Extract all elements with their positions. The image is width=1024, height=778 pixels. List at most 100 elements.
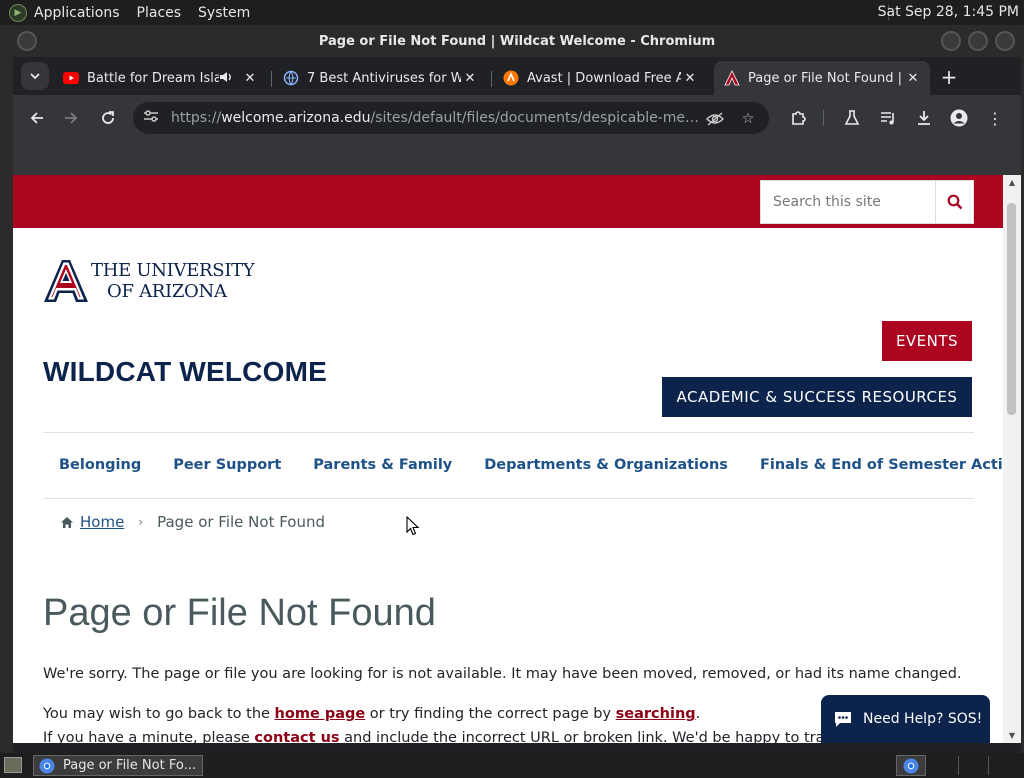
new-tab-icon[interactable]: +: [937, 65, 961, 89]
nav-item-belonging[interactable]: Belonging: [43, 457, 157, 473]
sorry-paragraph: We're sorry. The page or file you are lo…: [43, 666, 962, 682]
breadcrumb-home-link[interactable]: Home: [80, 513, 124, 531]
nav-item-departments-organizations[interactable]: Departments & Organizations: [468, 457, 744, 473]
kebab-menu-icon[interactable]: ⋮: [983, 106, 1007, 130]
mouse-cursor-icon: [406, 516, 420, 536]
workspace-2[interactable]: [988, 756, 1018, 775]
system-menu[interactable]: System: [198, 5, 250, 21]
breadcrumb-current: Page or File Not Found: [157, 513, 326, 531]
url-text[interactable]: https://welcome.arizona.edu/sites/defaul…: [171, 110, 701, 126]
site-search-input[interactable]: [761, 181, 935, 223]
contact-us-link[interactable]: contact us: [254, 730, 339, 743]
minimize-icon[interactable]: [941, 31, 961, 51]
home-icon: [61, 516, 73, 528]
labs-flask-icon[interactable]: [840, 106, 864, 130]
window-menu-icon[interactable]: [17, 31, 37, 51]
text-fragment: You may wish to go back to the: [43, 706, 275, 722]
sos-label: Need Help? SOS!: [863, 711, 983, 727]
page-scrollbar[interactable]: ▲ ▼: [1003, 175, 1021, 743]
tab-page-not-found[interactable]: Page or File Not Found | W ✕: [714, 61, 930, 95]
page-viewport: THE UNIVERSITY OF ARIZONA WILDCAT WELCOM…: [13, 175, 1003, 743]
window-titlebar[interactable]: Page or File Not Found | Wildcat Welcome…: [13, 25, 1021, 57]
university-logo[interactable]: THE UNIVERSITY OF ARIZONA: [43, 259, 255, 303]
reload-icon[interactable]: [96, 106, 120, 130]
tab-antiviruses[interactable]: 7 Best Antiviruses for Win ✕: [273, 61, 487, 95]
search-submit-button[interactable]: [935, 181, 973, 223]
searching-link[interactable]: searching: [616, 706, 696, 722]
chat-bubble-icon: [835, 712, 851, 727]
arizona-a-icon: [724, 70, 740, 86]
tab-title: 7 Best Antiviruses for Win: [307, 70, 461, 86]
workspace-1[interactable]: [958, 756, 988, 775]
applications-menu[interactable]: Applications: [34, 5, 120, 21]
show-desktop-icon[interactable]: [4, 757, 22, 773]
forward-arrow-icon[interactable]: [59, 106, 83, 130]
events-button[interactable]: EVENTS: [882, 321, 972, 361]
divider: [43, 498, 974, 499]
site-title[interactable]: WILDCAT WELCOME: [43, 356, 327, 388]
youtube-icon: [63, 70, 79, 86]
academic-success-resources-button[interactable]: ACADEMIC & SUCCESS RESOURCES: [662, 377, 972, 417]
download-icon[interactable]: [912, 106, 936, 130]
scrollbar-thumb[interactable]: [1007, 203, 1016, 415]
close-window-icon[interactable]: [995, 31, 1015, 51]
tab-close-icon[interactable]: ✕: [241, 69, 259, 87]
tab-divider: [271, 71, 272, 87]
workspace-switcher[interactable]: [958, 756, 1018, 775]
distro-logo-icon[interactable]: ▶: [9, 3, 27, 22]
home-page-link[interactable]: home page: [275, 706, 366, 722]
taskbar-task-label: Page or File Not Fo...: [63, 758, 196, 773]
tab-battle-for-dream-island[interactable]: Battle for Dream Island ✕: [53, 61, 267, 95]
bookmarks-bar: [13, 141, 1021, 175]
text-fragment: or try finding the correct page by: [365, 706, 616, 722]
tray-chromium-icon[interactable]: [896, 755, 926, 776]
window-title: Page or File Not Found | Wildcat Welcome…: [318, 33, 716, 49]
text-fragment: .: [695, 706, 701, 722]
suggestion-paragraph: You may wish to go back to the home page…: [43, 706, 700, 722]
tab-avast[interactable]: Avast | Download Free An ✕: [493, 61, 707, 95]
divider: [43, 432, 974, 433]
tab-close-icon[interactable]: ✕: [681, 69, 699, 87]
url-scheme: https://: [171, 110, 222, 126]
nav-item-finals-end-of-semester[interactable]: Finals & End of Semester Activities: [744, 457, 1003, 473]
places-menu[interactable]: Places: [137, 5, 182, 21]
nav-item-parents-family[interactable]: Parents & Family: [297, 457, 468, 473]
chevron-right-icon: ›: [138, 515, 144, 529]
bookmark-star-icon[interactable]: ☆: [738, 109, 758, 129]
arizona-a-logo-icon: [44, 260, 88, 302]
search-icon: [947, 194, 962, 210]
site-settings-icon[interactable]: [143, 109, 161, 127]
maximize-icon[interactable]: [968, 31, 988, 51]
scroll-down-icon[interactable]: ▼: [1007, 731, 1017, 740]
tab-title: Page or File Not Found | W: [748, 70, 904, 86]
speaker-icon[interactable]: [219, 71, 235, 86]
wordmark-line-2: OF ARIZONA: [107, 281, 227, 302]
profile-avatar-icon[interactable]: [947, 106, 971, 130]
clock[interactable]: Sat Sep 28, 1:45 PM: [878, 4, 1019, 20]
header-red-bar: [13, 175, 1003, 228]
wordmark-line-1: THE UNIVERSITY: [91, 260, 255, 281]
tab-title: Avast | Download Free An: [527, 70, 681, 86]
contact-paragraph: If you have a minute, please contact us …: [43, 730, 864, 743]
url-host: welcome.arizona.edu: [221, 110, 371, 126]
tab-close-icon[interactable]: ✕: [904, 69, 922, 87]
scroll-up-icon[interactable]: ▲: [1007, 178, 1017, 187]
extensions-icon[interactable]: [786, 106, 810, 130]
eye-off-icon[interactable]: [705, 109, 725, 129]
taskbar-chromium-window[interactable]: Page or File Not Fo...: [33, 755, 203, 776]
browser-toolbar: https://welcome.arizona.edu/sites/defaul…: [13, 95, 1021, 141]
tab-close-icon[interactable]: ✕: [461, 69, 479, 87]
page-heading: Page or File Not Found: [43, 592, 436, 634]
tab-strip: Battle for Dream Island ✕ 7 Best Antivir…: [13, 57, 1021, 95]
address-bar[interactable]: https://welcome.arizona.edu/sites/defaul…: [133, 102, 769, 134]
nav-item-peer-support[interactable]: Peer Support: [157, 457, 297, 473]
tab-search-button[interactable]: [21, 62, 49, 90]
avast-icon: [503, 70, 519, 86]
text-fragment: and include the incorrect URL or broken …: [339, 730, 864, 743]
media-controls-icon[interactable]: [876, 106, 900, 130]
need-help-sos-button[interactable]: Need Help? SOS!: [821, 695, 990, 743]
back-arrow-icon[interactable]: [25, 106, 49, 130]
globe-icon: [283, 70, 299, 86]
main-navigation: Belonging Peer Support Parents & Family …: [43, 445, 1003, 485]
breadcrumb: Home › Page or File Not Found: [60, 513, 325, 531]
